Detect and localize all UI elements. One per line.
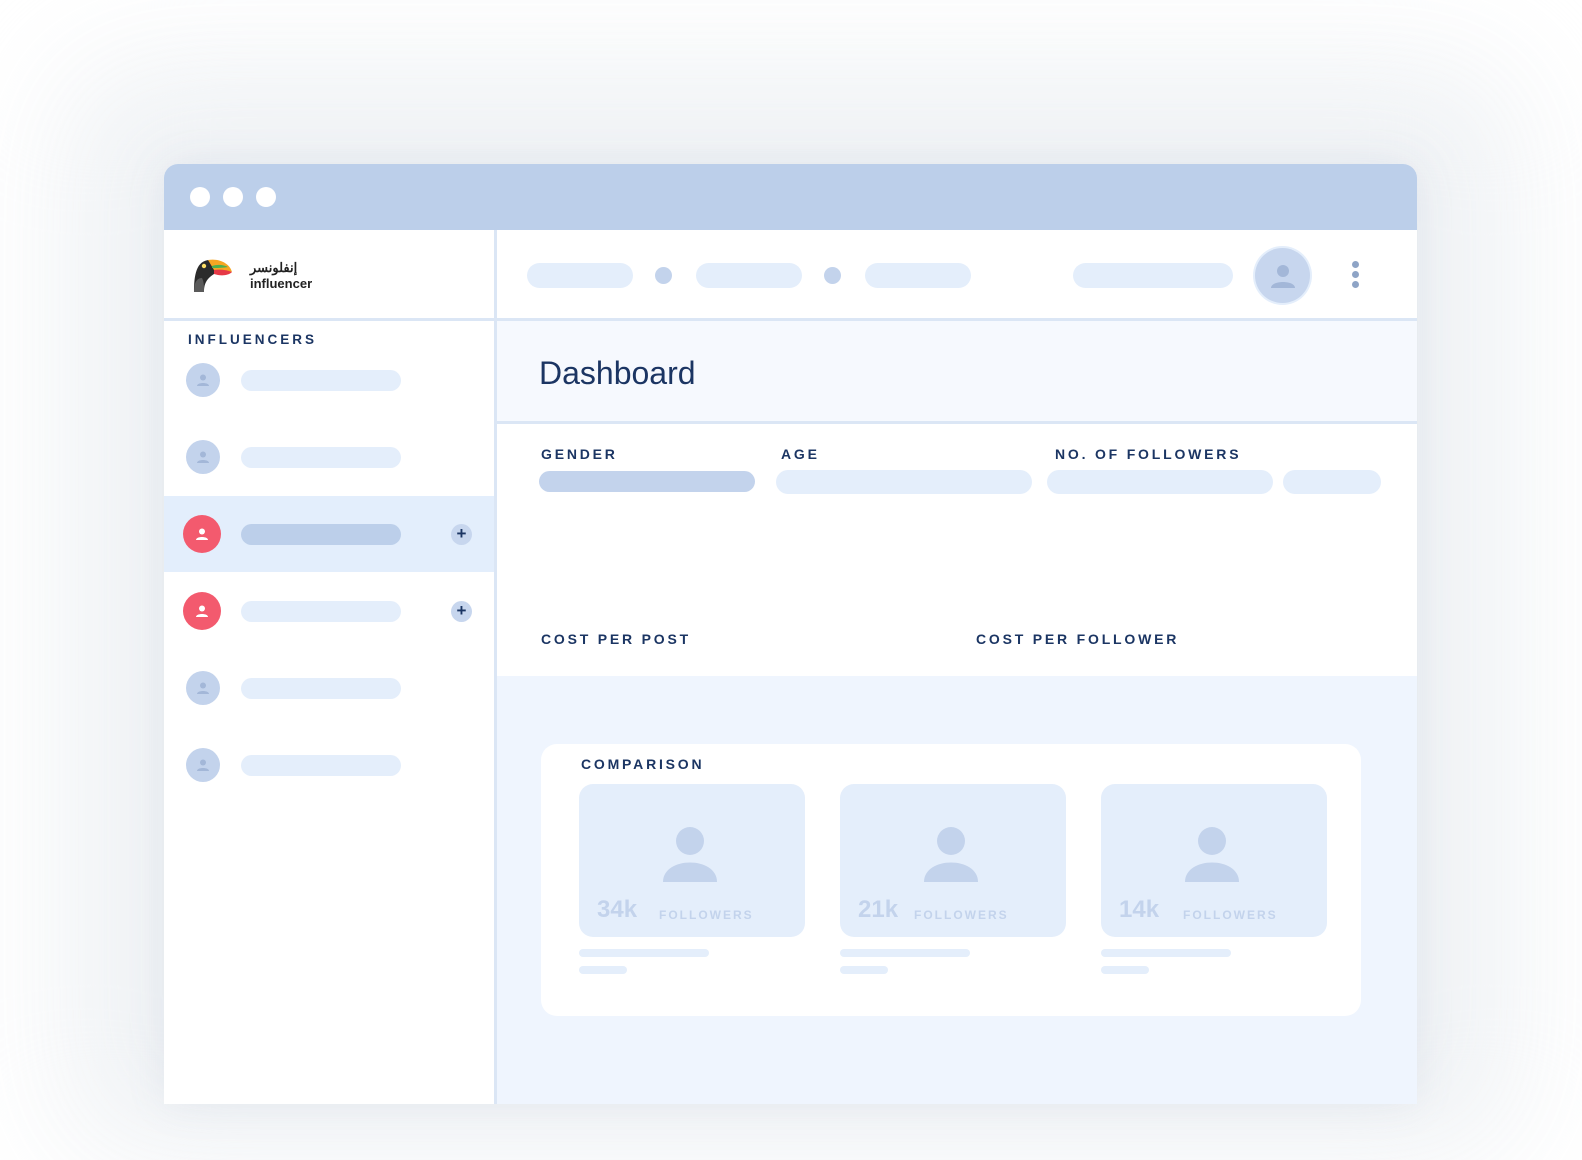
nav-separator-dot: [655, 267, 672, 284]
influencer-name-placeholder: [241, 601, 401, 622]
comparison-detail-placeholder: [1101, 966, 1149, 974]
cost-per-post-label: COST PER POST: [541, 631, 691, 647]
comparison-item[interactable]: 34k FOLLOWERS: [579, 784, 805, 937]
nav-separator-dot: [824, 267, 841, 284]
cost-per-follower-label: COST PER FOLLOWER: [976, 631, 1180, 647]
comparison-detail-placeholder: [579, 949, 709, 957]
gender-filter-select[interactable]: [539, 471, 755, 492]
window-maximize-dot[interactable]: [256, 187, 276, 207]
add-influencer-button[interactable]: +: [451, 524, 472, 545]
nav-item-placeholder[interactable]: [865, 263, 971, 288]
toucan-logo-icon: [194, 259, 232, 292]
comparison-detail-placeholder: [1101, 949, 1231, 957]
filters-panel: GENDER AGE NO. OF FOLLOWERS COST PER POS…: [497, 424, 1417, 766]
influencer-list-item[interactable]: +: [164, 573, 494, 649]
influencer-list-item[interactable]: [164, 650, 494, 726]
nav-item-placeholder[interactable]: [527, 263, 633, 288]
user-icon: [186, 440, 220, 474]
user-icon: [924, 827, 978, 882]
nav-item-placeholder[interactable]: [696, 263, 802, 288]
comparison-card: COMPARISON 34k FOLLOWERS 21k FOLLOWERS 1…: [541, 744, 1361, 1016]
influencer-name-placeholder: [241, 370, 401, 391]
app-window: إنفلونسر influencer INFLUENCERS + + Dash…: [164, 164, 1417, 1104]
user-icon: [183, 515, 221, 553]
more-options-icon[interactable]: [1352, 261, 1360, 291]
user-icon: [1270, 264, 1295, 288]
comparison-detail-placeholder: [840, 949, 970, 957]
followers-filter-extra[interactable]: [1283, 470, 1381, 494]
followers-unit: FOLLOWERS: [1183, 908, 1278, 922]
logo-arabic-text: إنفلونسر: [250, 260, 298, 275]
comparison-item[interactable]: 21k FOLLOWERS: [840, 784, 1066, 937]
logo-area[interactable]: إنفلونسر influencer: [164, 230, 494, 321]
influencer-name-placeholder: [241, 524, 401, 545]
search-placeholder[interactable]: [1073, 263, 1233, 288]
followers-count: 21k: [858, 896, 899, 923]
influencer-name-placeholder: [241, 447, 401, 468]
comparison-detail-placeholder: [840, 966, 888, 974]
gender-filter-label: GENDER: [541, 446, 618, 462]
influencer-name-placeholder: [241, 678, 401, 699]
add-influencer-button[interactable]: +: [451, 601, 472, 622]
followers-count: 14k: [1119, 896, 1160, 923]
page-title: Dashboard: [539, 355, 696, 391]
followers-filter-select[interactable]: [1047, 470, 1273, 494]
sidebar: إنفلونسر influencer INFLUENCERS + +: [164, 230, 497, 1104]
comparison-item[interactable]: 14k FOLLOWERS: [1101, 784, 1327, 937]
user-icon: [1185, 827, 1239, 882]
age-filter-select[interactable]: [776, 470, 1032, 494]
user-icon: [186, 671, 220, 705]
influencer-list-item[interactable]: [164, 419, 494, 495]
logo-english-text: influencer: [250, 276, 313, 291]
user-icon: [186, 748, 220, 782]
followers-unit: FOLLOWERS: [914, 908, 1009, 922]
main-content: COMPARISON 34k FOLLOWERS 21k FOLLOWERS 1…: [497, 676, 1417, 1104]
user-icon: [186, 363, 220, 397]
profile-avatar[interactable]: [1255, 248, 1310, 303]
page-header: Dashboard: [497, 321, 1417, 424]
top-navigation-bar: [497, 230, 1417, 321]
comparison-detail-placeholder: [579, 966, 627, 974]
window-minimize-dot[interactable]: [223, 187, 243, 207]
followers-filter-label: NO. OF FOLLOWERS: [1055, 446, 1242, 462]
window-titlebar: [164, 164, 1417, 230]
comparison-title: COMPARISON: [581, 756, 705, 772]
followers-unit: FOLLOWERS: [659, 908, 754, 922]
age-filter-label: AGE: [781, 446, 820, 462]
window-close-dot[interactable]: [190, 187, 210, 207]
influencer-list-item[interactable]: [164, 727, 494, 803]
user-icon: [183, 592, 221, 630]
influencer-list-item[interactable]: [164, 342, 494, 418]
influencer-name-placeholder: [241, 755, 401, 776]
followers-count: 34k: [597, 896, 638, 923]
influencer-list-item-active[interactable]: +: [164, 496, 494, 572]
user-icon: [663, 827, 717, 882]
